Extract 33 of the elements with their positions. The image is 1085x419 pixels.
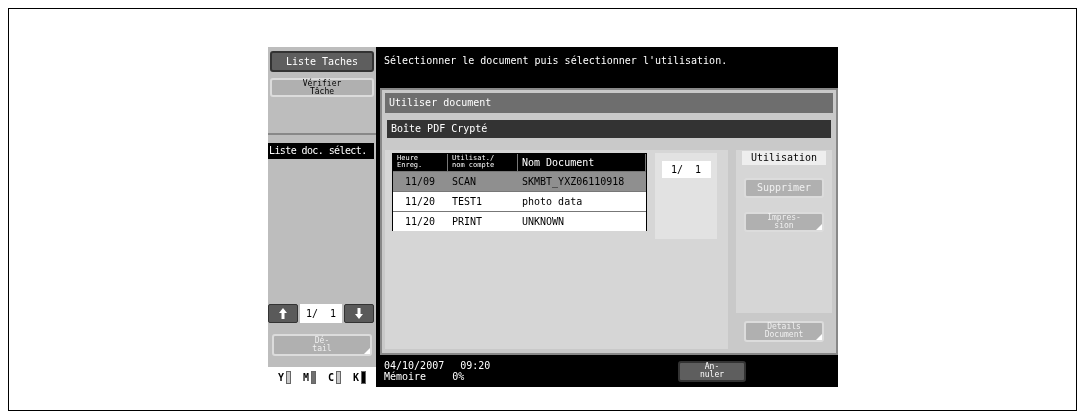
- down-arrow-icon: [355, 308, 363, 319]
- section-label: Liste doc. sélect.: [268, 143, 374, 159]
- section-title: Utilisation: [742, 151, 826, 165]
- memory-label: Mémoire: [384, 371, 427, 382]
- table-cell-text: TEST1: [451, 195, 484, 209]
- cancel-button[interactable]: An- nuler: [678, 360, 746, 382]
- check-job-button[interactable]: Vérifier Tâche: [270, 78, 374, 97]
- panel-title: Utiliser document: [385, 93, 833, 113]
- date-text: 04/10/2007: [384, 360, 445, 371]
- table-cell-text: 11/20: [404, 215, 437, 229]
- toner-label: Y: [278, 370, 284, 385]
- table-cell-text: SCAN: [451, 175, 478, 189]
- table-cell-text: 11/20: [404, 195, 437, 209]
- instruction-message: Sélectionner le document puis sélectionner l'utilisation.: [380, 47, 838, 88]
- toner-label: C: [328, 370, 334, 385]
- memory-value: 0%: [452, 371, 465, 382]
- table-cell-text: 11/09: [404, 175, 437, 189]
- up-button[interactable]: [268, 304, 298, 323]
- box-name: Boîte PDF Crypté: [387, 120, 831, 138]
- up-arrow-icon: [279, 308, 287, 319]
- page-counter: 1/ 1: [661, 161, 711, 178]
- table-row[interactable]: 11/20 PRINT UNKNOWN: [393, 211, 646, 231]
- table-cell-text: SKMBT_YXZ06110918: [521, 175, 626, 190]
- table-row[interactable]: 11/09 SCAN SKMBT_YXZ06110918: [393, 171, 646, 191]
- table-cell-text: PRINT: [451, 215, 484, 229]
- time-text: 09:20: [460, 360, 491, 371]
- toner-label: K: [353, 370, 359, 385]
- table-cell-text: UNKNOWN: [521, 215, 566, 229]
- down-button[interactable]: [344, 304, 374, 323]
- job-list-button[interactable]: Liste Taches: [270, 51, 374, 72]
- page-counter: 1/ 1: [300, 304, 342, 323]
- toner-label: M: [303, 370, 309, 385]
- table-cell-text: photo data: [521, 195, 584, 209]
